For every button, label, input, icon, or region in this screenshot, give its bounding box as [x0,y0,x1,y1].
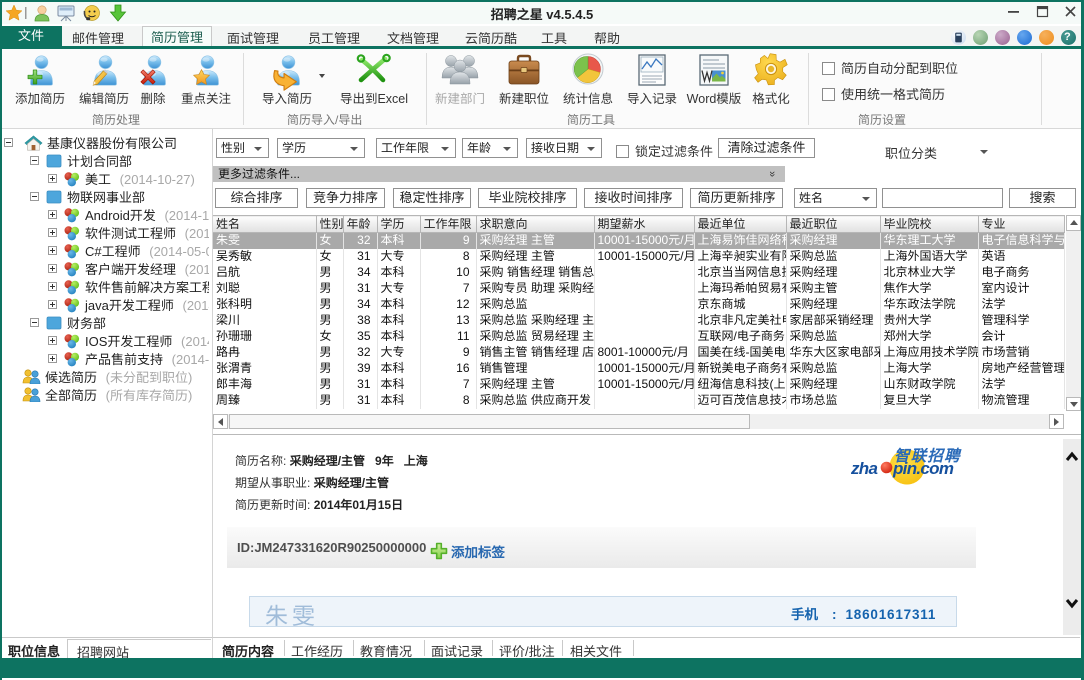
svg-text:导入简历: 导入简历 [262,92,312,106]
svg-text:Word模版: Word模版 [687,92,742,106]
svg-text:删除: 删除 [140,92,166,106]
svg-text:重点关注: 重点关注 [181,92,232,106]
svg-text:添加简历: 添加简历 [15,92,65,106]
svg-text:格式化: 格式化 [752,92,790,106]
svg-text:导入记录: 导入记录 [627,92,677,106]
svg-text:编辑简历: 编辑简历 [79,92,129,106]
svg-text:zha: zha [850,459,877,478]
svg-text:新建职位: 新建职位 [499,92,549,106]
svg-text:新建部门: 新建部门 [435,92,485,106]
svg-text:导出到Excel: 导出到Excel [340,92,408,106]
svg-text:统计信息: 统计信息 [563,92,613,106]
svg-text:智联招聘: 智联招聘 [894,444,962,466]
